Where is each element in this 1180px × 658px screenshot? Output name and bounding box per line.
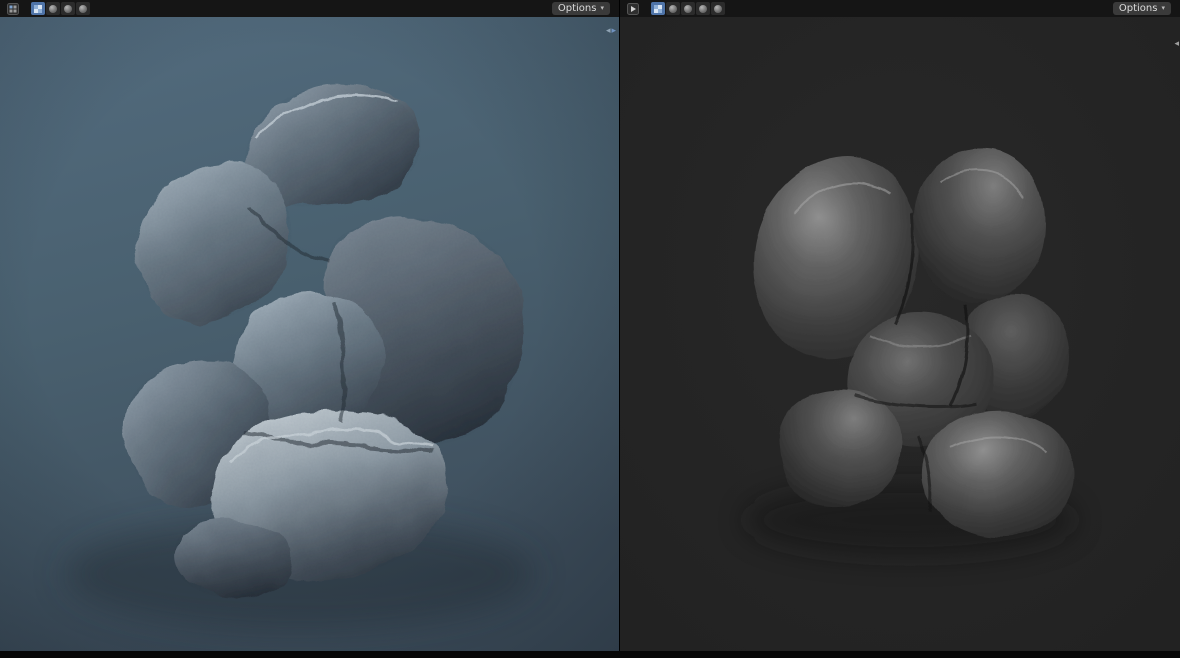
viewport-header-left: Options ▾ [0, 0, 619, 17]
overlay-checker-button[interactable] [31, 2, 45, 15]
shading-material-button[interactable] [76, 2, 90, 15]
bottom-bar [0, 651, 1180, 658]
sidebar-collapse-arrow-icon[interactable]: ◂ [1174, 40, 1179, 49]
options-dropdown-left[interactable]: Options ▾ [551, 2, 610, 15]
viewport-splitter[interactable]: ◂ ▸ [606, 27, 616, 36]
shading-sphere-icon [714, 4, 722, 13]
viewport-header-right: Options ▾ [620, 0, 1180, 17]
overlay-checker-button[interactable] [651, 2, 665, 15]
shading-sphere-icon [64, 4, 72, 13]
chevron-down-icon: ▾ [600, 4, 604, 12]
shading-sphere-icon [79, 4, 87, 13]
shading-wireframe-button[interactable] [666, 2, 680, 15]
options-dropdown-right[interactable]: Options ▾ [1112, 2, 1171, 15]
shading-sphere-icon [684, 4, 692, 13]
editor-type-button[interactable] [624, 2, 642, 16]
shading-sphere-icon [699, 4, 707, 13]
editor-type-button[interactable] [4, 2, 22, 16]
shading-button-group-left [31, 2, 90, 15]
splitter-right-arrow-icon[interactable]: ▸ [612, 27, 617, 36]
checker-icon [34, 4, 42, 13]
viewport-editor-icon [7, 2, 19, 15]
shading-sphere-icon [49, 4, 57, 13]
viewport-canvas-solid[interactable] [620, 0, 1180, 651]
viewport-solid[interactable]: Options ▾ [620, 0, 1180, 651]
shading-solid-button[interactable] [681, 2, 695, 15]
shading-wireframe-button[interactable] [46, 2, 60, 15]
options-label: Options [1118, 3, 1158, 14]
shading-solid-button[interactable] [61, 2, 75, 15]
checker-icon [654, 4, 662, 13]
shading-sphere-icon [669, 4, 677, 13]
splitter-left-arrow-icon[interactable]: ◂ [606, 27, 611, 36]
viewport-rendered[interactable]: Options ▾ [0, 0, 619, 651]
options-label: Options [557, 3, 597, 14]
shading-button-group-right [651, 2, 725, 15]
shading-rendered-button[interactable] [711, 2, 725, 15]
viewport-canvas-rendered[interactable] [0, 0, 619, 651]
split-3d-workspace: Options ▾ Options ▾ ◂ ▸ ◂ [0, 0, 1180, 658]
viewport-editor-icon [627, 2, 639, 15]
chevron-down-icon: ▾ [1161, 4, 1165, 12]
shading-material-button[interactable] [696, 2, 710, 15]
